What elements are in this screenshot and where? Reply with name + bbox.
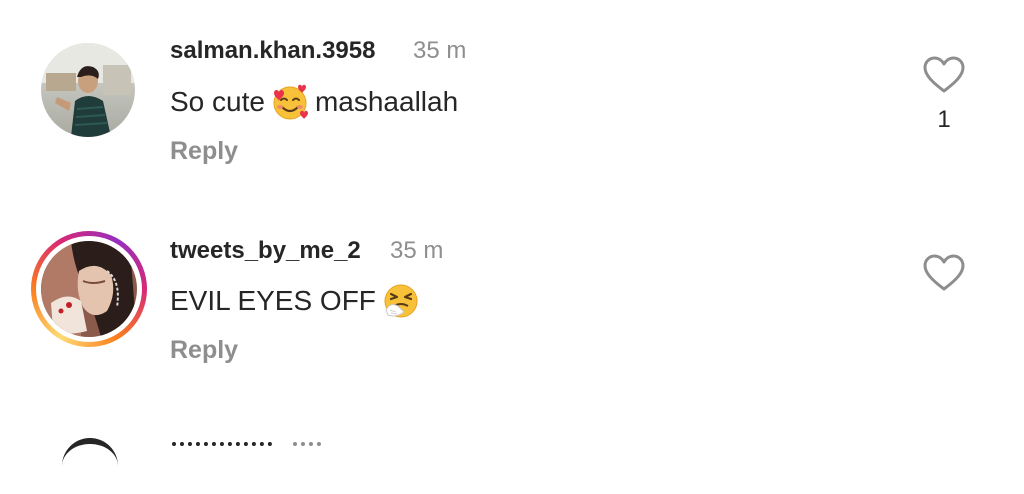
like-count: 1 bbox=[937, 106, 951, 133]
comment-username[interactable]: salman.khan.3958 bbox=[170, 37, 375, 65]
comment-text-part: EVIL EYES OFF bbox=[170, 285, 376, 316]
story-ring[interactable] bbox=[31, 231, 147, 347]
avatar-image bbox=[41, 241, 137, 337]
comment-text: So cute mashaallah bbox=[170, 82, 458, 122]
avatar[interactable] bbox=[62, 438, 118, 494]
username-partial bbox=[172, 438, 282, 448]
timestamp-partial bbox=[293, 438, 323, 448]
comment-item: salman.khan.3958 35 m So cute mashaallah… bbox=[0, 0, 1024, 200]
avatar[interactable] bbox=[41, 241, 137, 337]
reply-button[interactable]: Reply bbox=[170, 137, 238, 166]
smiling-face-with-hearts-icon bbox=[273, 84, 308, 120]
like-heart-icon[interactable] bbox=[922, 253, 966, 293]
comment-text-part: So cute bbox=[170, 86, 265, 117]
avatar[interactable] bbox=[41, 43, 135, 137]
comment-item: tweets_by_me_2 35 m EVIL EYES OFF Reply bbox=[0, 200, 1024, 400]
comment-text: EVIL EYES OFF bbox=[170, 281, 426, 321]
avatar-image bbox=[41, 43, 135, 137]
comment-text-part: mashaallah bbox=[314, 86, 459, 117]
like-heart-icon[interactable] bbox=[922, 55, 966, 95]
comment-username[interactable]: tweets_by_me_2 bbox=[170, 237, 361, 265]
comment-item-partial bbox=[0, 400, 1024, 446]
reply-button[interactable]: Reply bbox=[170, 336, 238, 365]
sneezing-face-icon bbox=[384, 284, 418, 318]
comment-timestamp: 35 m bbox=[413, 37, 467, 64]
comment-timestamp: 35 m bbox=[390, 237, 444, 264]
